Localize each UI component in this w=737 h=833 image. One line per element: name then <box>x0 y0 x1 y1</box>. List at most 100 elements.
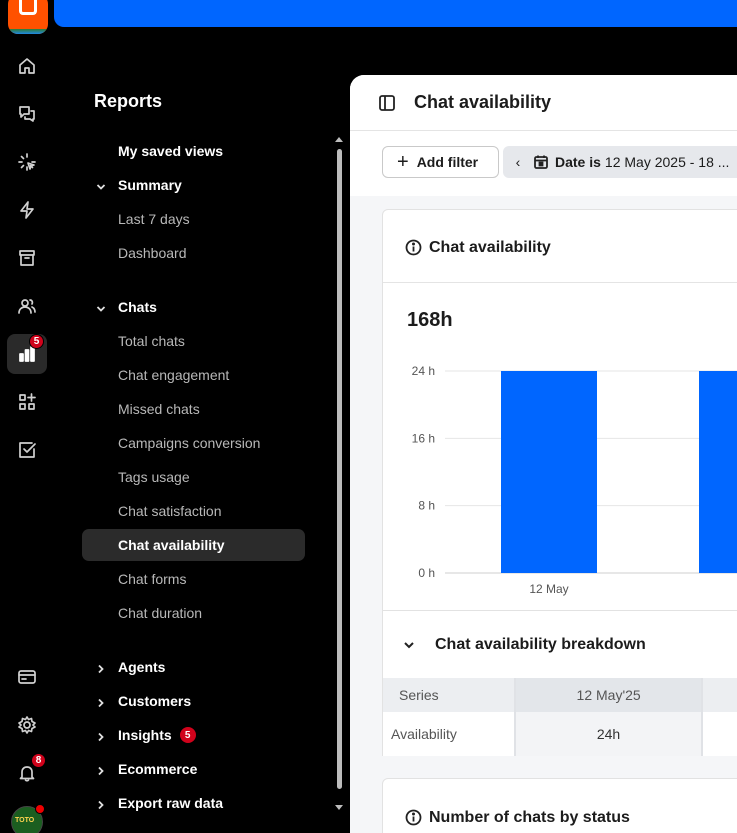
sidebar-item-missed-chats[interactable]: Missed chats <box>82 393 305 425</box>
chat-availability-card: Chat availability 168h 0 h 8 h 16 h 24 h 12 … <box>382 209 737 611</box>
card-title: Number of chats by status <box>429 809 630 826</box>
sidebar-item-label: Chat duration <box>118 605 203 621</box>
settings-gear-icon[interactable] <box>7 705 47 745</box>
toggle-sidebar-icon[interactable] <box>378 94 396 112</box>
bar[interactable] <box>501 371 597 573</box>
column-header: 12 May'25 <box>516 678 703 712</box>
tickets-icon[interactable] <box>7 430 47 470</box>
engage-icon[interactable] <box>7 142 47 182</box>
info-icon[interactable] <box>405 239 422 256</box>
sidebar-item-label: Export raw data <box>118 795 224 811</box>
y-tick-label: 8 h <box>418 499 435 513</box>
sidebar-item-label: Chat forms <box>118 571 187 587</box>
sidebar-item-campaigns-conversion[interactable]: Campaigns conversion <box>82 427 305 459</box>
availability-bar-chart: 0 h8 h16 h24 h12 May13 <box>412 364 737 596</box>
chevron-right-icon <box>96 797 106 810</box>
chevron-right-icon <box>96 661 106 674</box>
sidebar-item-chat-duration[interactable]: Chat duration <box>82 597 305 629</box>
sidebar-title: Reports <box>94 91 163 111</box>
bar[interactable] <box>699 371 737 573</box>
sidebar-item-label: Tags usage <box>118 469 190 485</box>
page-title: Chat availability <box>414 92 552 112</box>
filter-bar: + Add filter ‹ Date is 12 May 2025 - 18 … <box>350 131 737 196</box>
sidebar-item-badge: 5 <box>179 727 196 743</box>
sidebar-item-label: Summary <box>118 177 182 193</box>
chevron-down-icon[interactable] <box>403 638 415 650</box>
app-logo-icon[interactable] <box>8 0 48 34</box>
info-icon[interactable] <box>405 809 422 826</box>
chevron-right-icon <box>96 763 106 776</box>
chats-icon[interactable] <box>7 94 47 134</box>
avatar-text: TOTO <box>15 817 35 824</box>
chevron-down-icon <box>96 179 106 190</box>
table-row: Availability 24h <box>383 712 737 756</box>
sidebar-item-insights[interactable]: Insights 5 <box>82 719 305 751</box>
sidebar-item-agents[interactable]: Agents <box>82 651 305 683</box>
main-header: Chat availability <box>350 75 737 131</box>
calendar-icon <box>533 154 549 170</box>
breakdown-title: Chat availability breakdown <box>435 636 646 653</box>
status-dot <box>35 804 45 814</box>
sidebar-scrollbar[interactable] <box>334 137 344 817</box>
table-cell: Availability <box>383 712 517 756</box>
user-avatar[interactable]: TOTO <box>11 804 45 833</box>
chevron-right-icon <box>96 729 106 742</box>
sidebar-item-chat-engagement[interactable]: Chat engagement <box>82 359 305 391</box>
scroll-up-arrow[interactable] <box>335 137 343 142</box>
billing-icon[interactable] <box>7 657 47 697</box>
total-hours: 168h <box>407 309 453 331</box>
availability-breakdown: Chat availability breakdown Series 12 Ma… <box>382 611 737 756</box>
sidebar-item-my-saved-views[interactable]: My saved views <box>82 135 305 167</box>
sidebar-item-label: Chat availability <box>118 537 225 553</box>
sidebar-item-total-chats[interactable]: Total chats <box>82 325 305 357</box>
sidebar-item-label: My saved views <box>118 143 224 159</box>
table-header-row: Series 12 May'25 <box>383 678 737 712</box>
breakdown-header[interactable]: Chat availability breakdown <box>383 611 737 678</box>
sidebar-item-label: Insights <box>118 727 172 743</box>
sidebar-item-ecommerce[interactable]: Ecommerce <box>82 753 305 785</box>
chats-by-status-card: Number of chats by status <box>382 778 737 833</box>
chevron-down-icon <box>96 301 106 312</box>
main-panel: Chat availability + Add filter ‹ Date is… <box>350 75 737 833</box>
customers-icon[interactable] <box>7 286 47 326</box>
table-cell: 24h <box>516 712 703 756</box>
y-tick-label: 0 h <box>418 566 435 580</box>
y-tick-label: 16 h <box>412 431 435 445</box>
top-banner <box>54 0 737 27</box>
sidebar-item-label: Ecommerce <box>118 761 198 777</box>
sidebar-item-customers[interactable]: Customers <box>82 685 305 717</box>
notifications-badge: 8 <box>31 753 46 768</box>
x-tick-label: 12 May <box>529 582 568 596</box>
y-tick-label: 24 h <box>412 364 435 378</box>
scroll-down-arrow[interactable] <box>335 805 343 810</box>
chevron-left-icon[interactable]: ‹ <box>503 154 533 170</box>
apps-icon[interactable] <box>7 382 47 422</box>
sidebar-item-last-7-days[interactable]: Last 7 days <box>82 203 305 235</box>
sidebar-item-chat-forms[interactable]: Chat forms <box>82 563 305 595</box>
sidebar-item-chats[interactable]: Chats <box>82 291 305 323</box>
date-filter-chip[interactable]: ‹ Date is 12 May 2025 - 18 ... <box>503 146 737 178</box>
sidebar-item-chat-satisfaction[interactable]: Chat satisfaction <box>82 495 305 527</box>
date-filter-key: Date is <box>555 154 601 170</box>
sidebar-item-label: Campaigns conversion <box>118 435 261 451</box>
sidebar-item-label: Chat satisfaction <box>118 503 222 519</box>
home-icon[interactable] <box>7 46 47 86</box>
scroll-thumb[interactable] <box>337 149 342 789</box>
card-title: Chat availability <box>429 239 551 256</box>
date-filter-value: 12 May 2025 - 18 ... <box>604 154 730 170</box>
sidebar-item-label: Missed chats <box>118 401 200 417</box>
add-filter-button[interactable]: + Add filter <box>382 146 499 178</box>
sidebar-item-tags-usage[interactable]: Tags usage <box>82 461 305 493</box>
sidebar-item-summary[interactable]: Summary <box>82 169 305 201</box>
sidebar-item-label: Dashboard <box>118 245 187 261</box>
sidebar-item-label: Chats <box>118 299 157 315</box>
sidebar-item-dashboard[interactable]: Dashboard <box>82 237 305 269</box>
sidebar-item-export-raw-data[interactable]: Export raw data <box>82 787 305 819</box>
card-header: Chat availability <box>383 210 737 283</box>
sidebar-item-label: Total chats <box>118 333 185 349</box>
reports-badge: 5 <box>29 334 44 349</box>
automate-icon[interactable] <box>7 190 47 230</box>
column-header-empty <box>703 678 737 712</box>
sidebar-item-chat-availability[interactable]: Chat availability <box>82 529 305 561</box>
archives-icon[interactable] <box>7 238 47 278</box>
